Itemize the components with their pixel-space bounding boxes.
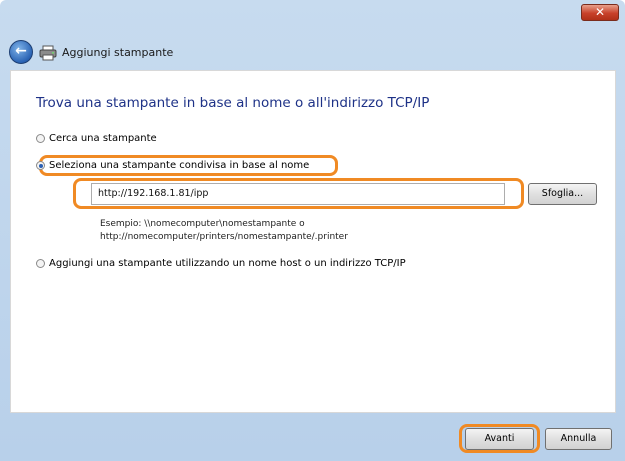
close-button[interactable]: ✕ bbox=[581, 4, 619, 21]
option-shared-printer[interactable]: Seleziona una stampante condivisa in bas… bbox=[36, 160, 309, 171]
back-arrow-icon: ← bbox=[15, 43, 27, 59]
option-search-printer-label: Cerca una stampante bbox=[49, 133, 157, 144]
example-line-2: http://nomecomputer/printers/nomestampan… bbox=[100, 231, 348, 242]
printer-icon bbox=[39, 45, 57, 61]
option-shared-printer-label: Seleziona una stampante condivisa in bas… bbox=[49, 160, 310, 171]
title-bar: ✕ bbox=[0, 0, 625, 30]
dialog-content: Trova una stampante in base al nome o al… bbox=[10, 70, 616, 413]
printer-path-input[interactable]: http://192.168.1.81/ipp bbox=[91, 183, 505, 205]
radio-tcpip[interactable] bbox=[36, 259, 45, 268]
close-icon: ✕ bbox=[594, 5, 606, 19]
page-heading: Trova una stampante in base al nome o al… bbox=[36, 95, 430, 111]
example-line-1: Esempio: \\nomecomputer\nomestampante o bbox=[100, 219, 305, 229]
dialog-title: Aggiungi stampante bbox=[62, 46, 174, 59]
radio-shared-printer[interactable] bbox=[36, 161, 45, 170]
browse-button[interactable]: Sfoglia... bbox=[528, 183, 597, 205]
browse-button-label: Sfoglia... bbox=[541, 188, 584, 199]
cancel-button-label: Annulla bbox=[560, 433, 597, 444]
option-tcpip[interactable]: Aggiungi una stampante utilizzando un no… bbox=[36, 258, 406, 269]
radio-search-printer[interactable] bbox=[36, 134, 45, 143]
cancel-button[interactable]: Annulla bbox=[545, 428, 612, 450]
option-tcpip-label: Aggiungi una stampante utilizzando un no… bbox=[49, 258, 406, 269]
option-search-printer[interactable]: Cerca una stampante bbox=[36, 133, 157, 144]
back-button[interactable]: ← bbox=[9, 40, 33, 64]
dialog-header: ← Aggiungi stampante bbox=[0, 32, 625, 72]
example-text: Esempio: \\nomecomputer\nomestampante o … bbox=[100, 218, 348, 243]
dialog-footer: Avanti Annulla bbox=[0, 413, 625, 461]
next-button[interactable]: Avanti bbox=[465, 428, 534, 450]
add-printer-dialog: ✕ ← Aggiungi stampante Trova una stampan… bbox=[0, 0, 625, 461]
next-button-label: Avanti bbox=[484, 433, 515, 444]
